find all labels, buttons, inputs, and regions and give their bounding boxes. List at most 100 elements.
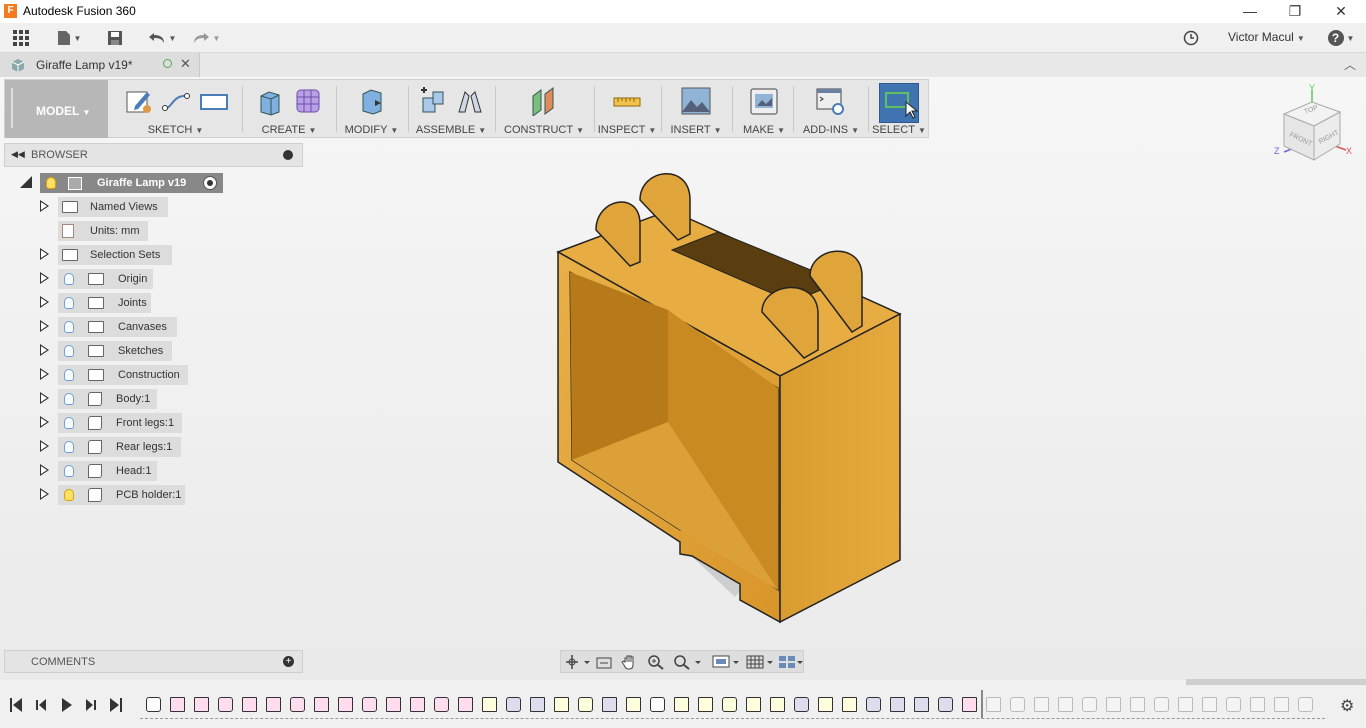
- timeline-feature-icon[interactable]: [410, 697, 425, 712]
- select-group[interactable]: SELECT ▼: [871, 80, 927, 138]
- timeline-feature-icon[interactable]: [1034, 697, 1049, 712]
- visibility-bulb-icon[interactable]: [64, 297, 74, 309]
- expand-triangle-icon[interactable]: [40, 416, 49, 428]
- visibility-bulb-icon[interactable]: [64, 345, 74, 357]
- grid-settings-icon[interactable]: [745, 654, 775, 670]
- timeline-feature-icon[interactable]: [1058, 697, 1073, 712]
- tree-item-pcb-holder[interactable]: PCB holder:1: [38, 485, 198, 505]
- step-back-icon[interactable]: [36, 699, 46, 711]
- redo-button[interactable]: ▼: [189, 27, 223, 49]
- rectangle-icon[interactable]: [199, 86, 229, 116]
- timeline-feature-icon[interactable]: [1298, 697, 1313, 712]
- timeline-feature-icon[interactable]: [1010, 697, 1025, 712]
- press-pull-icon[interactable]: [357, 86, 387, 116]
- browser-minimize-icon[interactable]: [283, 150, 293, 160]
- timeline-feature-icon[interactable]: [218, 697, 233, 712]
- orbit-icon[interactable]: [565, 654, 590, 670]
- add-ins-group[interactable]: ADD-INS ▼: [796, 80, 866, 138]
- expand-triangle-icon[interactable]: [40, 488, 49, 500]
- timeline-feature-icon[interactable]: [1130, 697, 1145, 712]
- timeline-feature-icon[interactable]: [794, 697, 809, 712]
- extrude-icon[interactable]: [255, 86, 285, 116]
- timeline-feature-icon[interactable]: [458, 697, 473, 712]
- expand-triangle-icon[interactable]: [40, 272, 49, 284]
- expand-triangle-icon[interactable]: [40, 344, 49, 356]
- file-menu-button[interactable]: ▼: [54, 27, 84, 49]
- timeline-feature-icon[interactable]: [554, 697, 569, 712]
- visibility-bulb-icon[interactable]: [64, 489, 74, 501]
- timeline-feature-icon[interactable]: [650, 697, 665, 712]
- workspace-switcher[interactable]: MODEL ▼: [5, 80, 108, 138]
- timeline-feature-icon[interactable]: [338, 697, 353, 712]
- inspect-group[interactable]: INSPECT ▼: [597, 80, 657, 138]
- timeline-feature-icon[interactable]: [242, 697, 257, 712]
- fit-zoom-dropdown[interactable]: [673, 654, 703, 670]
- timeline-feature-icon[interactable]: [1250, 697, 1265, 712]
- timeline-feature-icon[interactable]: [506, 697, 521, 712]
- timeline-feature-icon[interactable]: [938, 697, 953, 712]
- visibility-bulb-icon[interactable]: [46, 177, 56, 189]
- go-to-end-icon[interactable]: [110, 698, 122, 712]
- expand-triangle-icon[interactable]: [40, 368, 49, 380]
- tree-root-row[interactable]: Giraffe Lamp v19: [20, 173, 230, 193]
- timeline-feature-icon[interactable]: [1226, 697, 1241, 712]
- timeline-feature-icon[interactable]: [722, 697, 737, 712]
- timeline-feature-icon[interactable]: [890, 697, 905, 712]
- timeline-feature-icon[interactable]: [290, 697, 305, 712]
- timeline-feature-icon[interactable]: [818, 697, 833, 712]
- timeline-feature-icon[interactable]: [1178, 697, 1193, 712]
- sketch-group[interactable]: SKETCH ▼: [113, 80, 238, 138]
- 3d-print-icon[interactable]: [749, 86, 779, 116]
- document-tab[interactable]: Giraffe Lamp v19* ✕: [0, 53, 200, 77]
- expand-triangle-icon[interactable]: [40, 320, 49, 332]
- insert-group[interactable]: INSERT ▼: [664, 80, 728, 138]
- tree-item-front-legs[interactable]: Front legs:1: [38, 413, 198, 433]
- activate-radio-icon[interactable]: [203, 176, 217, 190]
- timeline-feature-icon[interactable]: [674, 697, 689, 712]
- tree-item-canvases[interactable]: Canvases: [38, 317, 188, 337]
- construct-group[interactable]: CONSTRUCT ▼: [498, 80, 590, 138]
- timeline-feature-icon[interactable]: [746, 697, 761, 712]
- pcb-holder-3d-model[interactable]: [540, 170, 920, 630]
- timeline-feature-icon[interactable]: [698, 697, 713, 712]
- timeline-feature-icon[interactable]: [1154, 697, 1169, 712]
- tree-item-construction[interactable]: Construction: [38, 365, 198, 385]
- expand-triangle-icon[interactable]: [40, 296, 49, 308]
- look-at-icon[interactable]: [595, 654, 613, 670]
- timeline-settings-gear-icon[interactable]: ⚙: [1340, 696, 1354, 716]
- play-icon[interactable]: [62, 698, 72, 712]
- assemble-group[interactable]: ASSEMBLE ▼: [411, 80, 491, 138]
- comments-panel-header[interactable]: COMMENTS +: [4, 650, 303, 673]
- view-cube[interactable]: TOP FRONT RIGHT Y Z X: [1270, 83, 1360, 174]
- spline-icon[interactable]: [161, 86, 191, 116]
- timeline-feature-icon[interactable]: [266, 697, 281, 712]
- timeline-feature-icon[interactable]: [962, 697, 977, 712]
- timeline-feature-icon[interactable]: [914, 697, 929, 712]
- help-button[interactable]: ? ▼: [1326, 27, 1356, 49]
- go-to-start-icon[interactable]: [10, 698, 22, 712]
- job-status-clock-icon[interactable]: [1180, 27, 1202, 49]
- user-account-menu[interactable]: Victor Macul ▼: [1228, 30, 1305, 44]
- timeline-feature-icon[interactable]: [482, 697, 497, 712]
- modify-group[interactable]: MODIFY ▼: [339, 80, 404, 138]
- save-icon[interactable]: [104, 27, 126, 49]
- timeline-feature-icon[interactable]: [842, 697, 857, 712]
- expand-triangle-icon[interactable]: [40, 200, 49, 212]
- timeline-feature-icon[interactable]: [602, 697, 617, 712]
- browser-panel-header[interactable]: ◀◀ BROWSER: [4, 143, 303, 167]
- tree-item-selection-sets[interactable]: Selection Sets: [38, 245, 178, 265]
- timeline-feature-icon[interactable]: [866, 697, 881, 712]
- joint-icon[interactable]: [455, 86, 485, 116]
- root-component[interactable]: Giraffe Lamp v19: [40, 173, 223, 193]
- timeline-feature-icon[interactable]: [434, 697, 449, 712]
- expand-triangle-icon[interactable]: [40, 440, 49, 452]
- offset-plane-icon[interactable]: [529, 86, 559, 117]
- create-group[interactable]: CREATE ▼: [245, 80, 333, 138]
- timeline-marker[interactable]: [981, 690, 983, 718]
- timeline-feature-icon[interactable]: [386, 697, 401, 712]
- collapse-chevron-icon[interactable]: ︿: [1344, 56, 1356, 73]
- app-grid-icon[interactable]: [10, 27, 32, 49]
- timeline-feature-icon[interactable]: [1202, 697, 1217, 712]
- expand-triangle-icon[interactable]: [40, 392, 49, 404]
- display-settings-icon[interactable]: [711, 654, 741, 670]
